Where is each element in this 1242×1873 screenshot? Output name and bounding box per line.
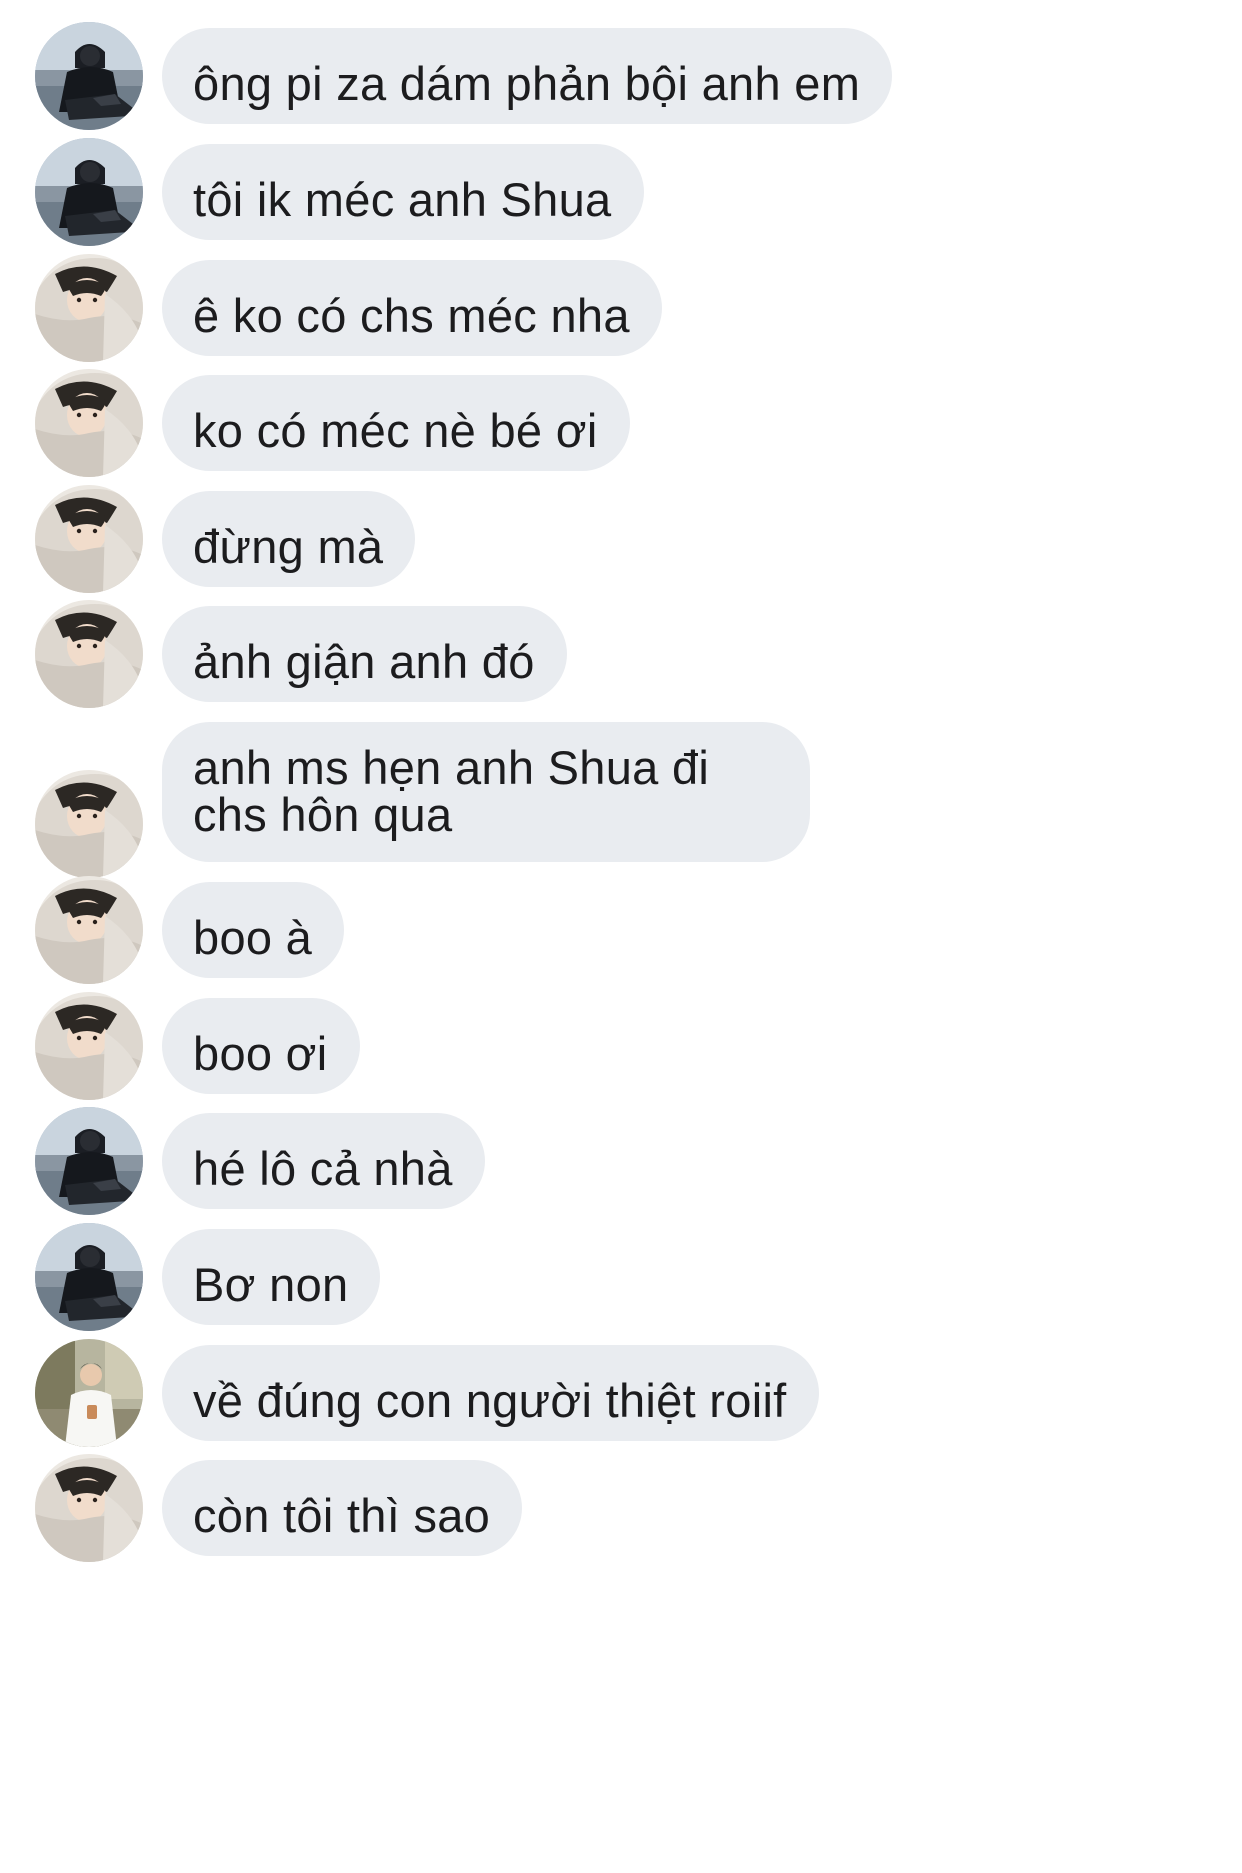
message-bubble[interactable]: ko có méc nè bé ơi xyxy=(162,375,630,471)
message-row: đừng mà xyxy=(0,491,1242,587)
avatar[interactable] xyxy=(35,1223,143,1331)
message-bubble[interactable]: ông pi za dám phản bội anh em xyxy=(162,28,893,124)
message-bubble[interactable]: boo à xyxy=(162,882,345,978)
message-row: ko có méc nè bé ơi xyxy=(0,375,1242,471)
message-row: Bơ non xyxy=(0,1229,1242,1325)
message-row: anh ms hẹn anh Shua đi chs hôn qua xyxy=(0,722,1242,862)
message-row: còn tôi thì sao xyxy=(0,1460,1242,1556)
message-row: ảnh giận anh đó xyxy=(0,606,1242,702)
message-bubble[interactable]: ê ko có chs méc nha xyxy=(162,260,662,356)
chat-thread: ông pi za dám phản bội anh em tôi ik méc… xyxy=(0,0,1242,1873)
message-bubble[interactable]: tôi ik méc anh Shua xyxy=(162,144,644,240)
message-bubble[interactable]: còn tôi thì sao xyxy=(162,1460,523,1556)
avatar[interactable] xyxy=(35,992,143,1100)
avatar[interactable] xyxy=(35,22,143,130)
avatar[interactable] xyxy=(35,1107,143,1215)
avatar[interactable] xyxy=(35,600,143,708)
message-bubble[interactable]: boo ơi xyxy=(162,998,360,1094)
avatar[interactable] xyxy=(35,254,143,362)
message-row: ông pi za dám phản bội anh em xyxy=(0,28,1242,124)
avatar[interactable] xyxy=(35,1454,143,1562)
message-row: boo ơi xyxy=(0,998,1242,1094)
avatar[interactable] xyxy=(35,770,143,878)
avatar[interactable] xyxy=(35,876,143,984)
message-bubble[interactable]: về đúng con người thiệt roiif xyxy=(162,1345,819,1441)
message-bubble[interactable]: hé lô cả nhà xyxy=(162,1113,485,1209)
message-bubble[interactable]: anh ms hẹn anh Shua đi chs hôn qua xyxy=(162,722,810,862)
message-row: ê ko có chs méc nha xyxy=(0,260,1242,356)
avatar[interactable] xyxy=(35,485,143,593)
message-row: hé lô cả nhà xyxy=(0,1113,1242,1209)
message-row: tôi ik méc anh Shua xyxy=(0,144,1242,240)
avatar[interactable] xyxy=(35,138,143,246)
message-bubble[interactable]: Bơ non xyxy=(162,1229,381,1325)
avatar[interactable] xyxy=(35,369,143,477)
message-bubble[interactable]: đừng mà xyxy=(162,491,416,587)
message-row: boo à xyxy=(0,882,1242,978)
message-bubble[interactable]: ảnh giận anh đó xyxy=(162,606,567,702)
avatar[interactable] xyxy=(35,1339,143,1447)
message-row: về đúng con người thiệt roiif xyxy=(0,1345,1242,1441)
